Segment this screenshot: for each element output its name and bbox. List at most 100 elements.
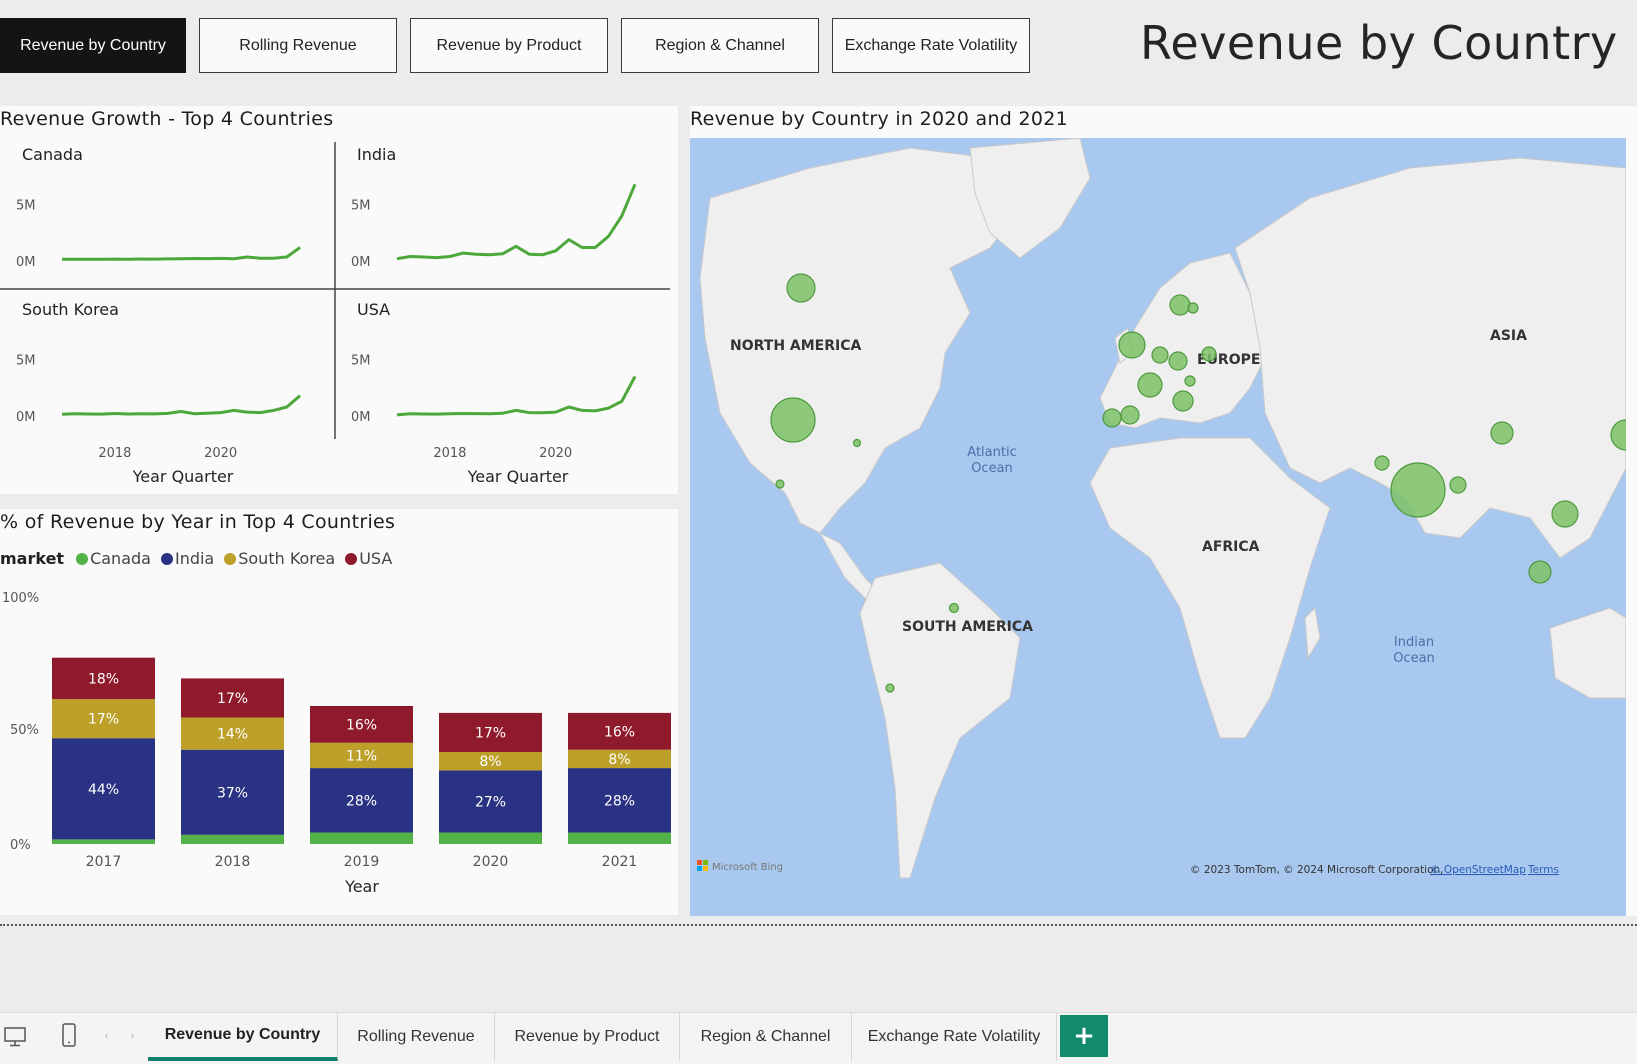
bubble-indonesia [1528, 560, 1552, 584]
bubble-poland [1201, 346, 1217, 362]
label-atlantic-ocean-1: Atlantic [967, 445, 1016, 460]
bubble-chile [885, 683, 895, 693]
legend-label-india: India [174, 549, 215, 568]
revenue-growth-panel: Revenue Growth - Top 4 Countries Canada 5… [0, 106, 678, 494]
world-map[interactable]: NORTH AMERICA EUROPE ASIA AFRICA SOUTH A… [690, 138, 1626, 916]
x-tick-label: 2018 [215, 854, 251, 870]
x-axis-title-left: Year Quarter [132, 467, 234, 486]
bubble-sweden [1187, 302, 1199, 314]
data-label: 44% [88, 782, 119, 798]
tab-region-channel[interactable]: Region & Channel [680, 1013, 852, 1061]
x-tick-label: 2020 [539, 446, 572, 461]
legend-label-south-korea: South Korea [238, 549, 336, 568]
desktop-view-icon[interactable] [4, 1027, 26, 1051]
data-label: 17% [475, 725, 506, 741]
legend-item-usa[interactable]: USA [345, 549, 392, 568]
y-tick-label: 100% [2, 591, 39, 606]
y-tick-label: 5M [351, 354, 371, 369]
bubble-france [1137, 372, 1163, 398]
nav-exchange-rate-volatility-button[interactable]: Exchange Rate Volatility [832, 18, 1030, 73]
y-tick-label: 0M [351, 255, 371, 270]
terms-link[interactable]: Terms [1527, 864, 1559, 876]
data-label: 16% [346, 717, 377, 733]
bubble-us-east [852, 438, 862, 448]
y-tick-label: 5M [16, 199, 36, 214]
data-label: 8% [608, 752, 630, 768]
data-label: 37% [217, 785, 248, 801]
legend-item-canada[interactable]: Canada [76, 549, 151, 568]
legend-item-india[interactable]: India [160, 549, 215, 568]
small-multiple-usa: USA 5M 0M 2018 2020 [351, 300, 637, 461]
map-panel: Revenue by Country in 2020 and 2021 NORT… [690, 106, 1637, 916]
label-south-america: SOUTH AMERICA [902, 619, 1033, 635]
bubble-germany [1168, 351, 1188, 371]
chevron-left-icon[interactable]: ‹ [104, 1029, 109, 1043]
revenue-growth-small-multiples: Canada 5M 0M India 5M 0M South Korea 5M 0M 2018… [0, 142, 670, 486]
x-tick-label: 2017 [86, 854, 122, 870]
data-label: 18% [88, 671, 119, 687]
x-tick-label: 2020 [204, 446, 237, 461]
x-tick-label: 2021 [602, 854, 638, 870]
label-atlantic-ocean-2: Ocean [971, 461, 1013, 476]
revenue-share-title: % of Revenue by Year in Top 4 Countries [0, 511, 396, 533]
bar-segment-canada [439, 832, 542, 844]
bubble-china [1490, 421, 1514, 445]
small-multiple-title-canada: Canada [22, 145, 83, 164]
tab-exchange-rate-volatility[interactable]: Exchange Rate Volatility [852, 1013, 1057, 1061]
data-label: 27% [475, 794, 506, 810]
data-label: 17% [217, 691, 248, 707]
y-tick-label: 5M [351, 199, 371, 214]
x-tick-label: 2018 [98, 446, 131, 461]
legend-title: market [0, 549, 65, 568]
nav-revenue-by-product-button[interactable]: Revenue by Product [410, 18, 608, 73]
data-label: 14% [217, 727, 248, 743]
bubble-netherlands [1151, 346, 1169, 364]
bar-segment-canada [568, 832, 671, 844]
legend-item-south-korea[interactable]: South Korea [224, 549, 335, 568]
chart-legend: market Canada India South Korea USA [0, 549, 396, 568]
label-indian-ocean-2: Ocean [1393, 651, 1435, 666]
series-line-canada [62, 246, 301, 261]
legend-swatch-south-korea [224, 552, 237, 565]
tab-revenue-by-country[interactable]: Revenue by Country [148, 1013, 338, 1061]
map-attribution: © 2023 TomTom, © 2024 Microsoft Corporat… [1190, 864, 1444, 876]
bubble-usa [770, 397, 816, 443]
tab-revenue-by-product[interactable]: Revenue by Product [495, 1013, 680, 1061]
bing-logo-text: Microsoft Bing [712, 862, 783, 873]
mobile-view-icon[interactable] [62, 1023, 76, 1051]
series-line-india [396, 183, 637, 261]
data-label: 16% [604, 724, 635, 740]
page-tab-bar: ‹ › Revenue by Country Rolling Revenue R… [0, 1012, 1637, 1064]
openstreetmap-link[interactable]: © OpenStreetMap [1430, 864, 1526, 876]
label-north-america: NORTH AMERICA [730, 338, 862, 354]
data-label: 28% [346, 793, 377, 809]
bar-segment-canada [181, 834, 284, 844]
chevron-right-icon[interactable]: › [130, 1029, 135, 1043]
small-multiple-title-india: India [357, 145, 396, 164]
y-tick-label: 5M [16, 354, 36, 369]
data-label: 28% [604, 793, 635, 809]
nav-revenue-by-country-button[interactable]: Revenue by Country [0, 18, 186, 73]
legend-swatch-usa [345, 552, 358, 565]
small-multiple-title-south-korea: South Korea [22, 300, 119, 319]
bubble-india [1390, 462, 1446, 518]
x-axis-title: Year [344, 877, 379, 896]
nav-rolling-revenue-button[interactable]: Rolling Revenue [199, 18, 397, 73]
revenue-growth-title: Revenue Growth - Top 4 Countries [0, 108, 334, 130]
small-multiple-canada: Canada 5M 0M [16, 145, 301, 270]
add-page-button[interactable]: + [1060, 1015, 1108, 1057]
map-title: Revenue by Country in 2020 and 2021 [690, 108, 1069, 130]
y-tick-label: 0M [351, 410, 371, 425]
x-tick-label: 2020 [473, 854, 509, 870]
nav-region-channel-button[interactable]: Region & Channel [621, 18, 819, 73]
x-tick-label: 2019 [344, 854, 380, 870]
y-tick-label: 50% [10, 723, 39, 738]
bubble-italy [1172, 390, 1194, 412]
page-title: Revenue by Country [1140, 16, 1618, 70]
bubble-philippines [1551, 500, 1579, 528]
bubble-spain [1120, 405, 1140, 425]
label-indian-ocean-1: Indian [1394, 635, 1434, 650]
tab-rolling-revenue[interactable]: Rolling Revenue [338, 1013, 495, 1061]
bubble-brazil [948, 602, 960, 614]
y-tick-label: 0M [16, 410, 36, 425]
